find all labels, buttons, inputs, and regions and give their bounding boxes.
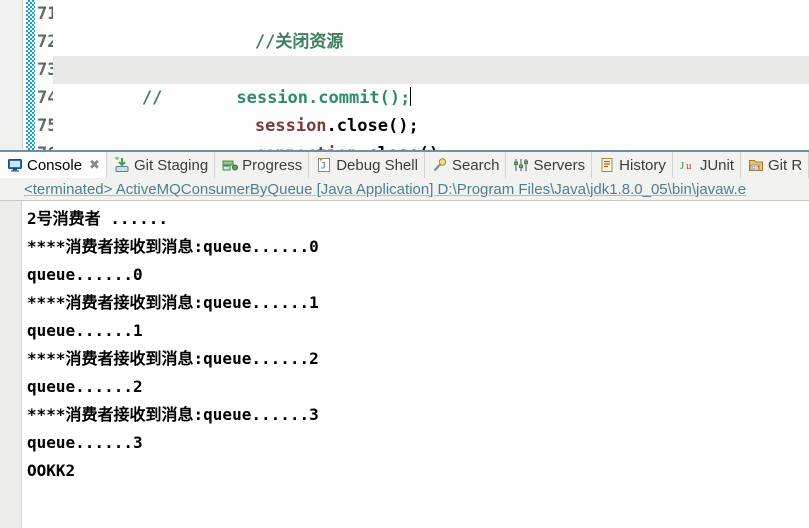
svg-text:J: J	[321, 162, 326, 172]
console-output-text[interactable]: 2号消费者 ...... ****消费者接收到消息:queue......0 q…	[22, 201, 809, 528]
console-output-line: 2号消费者 ......	[27, 209, 169, 228]
tab-console[interactable]: Console ✖	[0, 152, 107, 178]
close-icon[interactable]: ✖	[89, 157, 100, 173]
code-editor[interactable]: 71 72 73 74 75 76 //关闭资源 messageConsumer…	[0, 0, 809, 150]
console-icon	[8, 159, 22, 172]
tab-label: Debug Shell	[336, 156, 418, 174]
terminated-process-label: <terminated> ActiveMQConsumerByQueue [Ja…	[24, 180, 747, 198]
code-line-74[interactable]: session.close();	[53, 84, 809, 136]
console-output-line: queue......0	[27, 265, 143, 284]
console-output-line: queue......1	[27, 321, 143, 340]
progress-icon	[222, 160, 239, 171]
tab-label: Git R	[768, 156, 803, 174]
git-staging-icon	[114, 157, 129, 172]
code-text-area[interactable]: //关闭资源 messageConsumer.close(); //sessio…	[53, 0, 809, 150]
code-line-76[interactable]: System.out.println("oo...");	[53, 140, 809, 150]
tab-label: Console	[27, 156, 83, 174]
editor-left-margin	[0, 0, 22, 150]
console-left-gutter	[0, 201, 22, 528]
code-line-73[interactable]: //session.commit();	[53, 56, 809, 108]
code-line-72[interactable]: messageConsumer.close();	[53, 28, 809, 80]
tab-search[interactable]: Search	[425, 152, 507, 178]
tab-label: Git Staging	[133, 156, 209, 174]
console-process-status: <terminated> ActiveMQConsumerByQueue [Ja…	[0, 178, 809, 200]
console-output-line: ****消费者接收到消息:queue......1	[27, 293, 319, 312]
console-view: Console ✖ Git Staging Progress J Debug S…	[0, 150, 809, 528]
console-output-line: ****消费者接收到消息:queue......3	[27, 405, 319, 424]
tab-history[interactable]: History	[592, 152, 673, 178]
tab-git-staging[interactable]: Git Staging	[107, 152, 216, 178]
tab-progress[interactable]: Progress	[215, 152, 310, 178]
console-output-line: ****消费者接收到消息:queue......0	[27, 237, 319, 256]
code-line-75[interactable]: connection.close();	[53, 112, 809, 150]
svg-text:u: u	[686, 160, 692, 172]
tab-label: JUnit	[699, 156, 735, 174]
change-indicator-bar	[26, 0, 35, 150]
console-output-line: ****消费者接收到消息:queue......2	[27, 349, 319, 368]
view-tab-bar[interactable]: Console ✖ Git Staging Progress J Debug S…	[0, 152, 809, 178]
servers-icon	[514, 159, 529, 171]
console-output-line: queue......3	[27, 433, 143, 452]
history-icon	[601, 158, 613, 172]
search-icon	[433, 158, 447, 172]
console-output-panel[interactable]: 2号消费者 ...... ****消费者接收到消息:queue......0 q…	[0, 201, 809, 528]
console-output-line: OOKK2	[27, 461, 76, 480]
tab-label: Progress	[242, 156, 303, 174]
junit-icon: J u	[680, 160, 692, 172]
tab-label: Servers	[533, 156, 586, 174]
console-output-line: queue......2	[27, 377, 143, 396]
tab-servers[interactable]: Servers	[506, 152, 593, 178]
debug-shell-icon: J	[318, 158, 331, 172]
git-repositories-icon: GIT	[749, 160, 764, 171]
tab-label: Search	[451, 156, 500, 174]
tab-junit[interactable]: J u JUnit	[673, 152, 742, 178]
code-line-71[interactable]: //关闭资源	[53, 0, 809, 52]
eclipse-ide-window: 71 72 73 74 75 76 //关闭资源 messageConsumer…	[0, 0, 809, 528]
tab-label: History	[619, 156, 666, 174]
tab-debug-shell[interactable]: J Debug Shell	[309, 152, 425, 178]
svg-text:GIT: GIT	[752, 165, 760, 170]
svg-text:J: J	[680, 160, 685, 172]
tab-git-repositories[interactable]: GIT Git R	[741, 152, 809, 178]
